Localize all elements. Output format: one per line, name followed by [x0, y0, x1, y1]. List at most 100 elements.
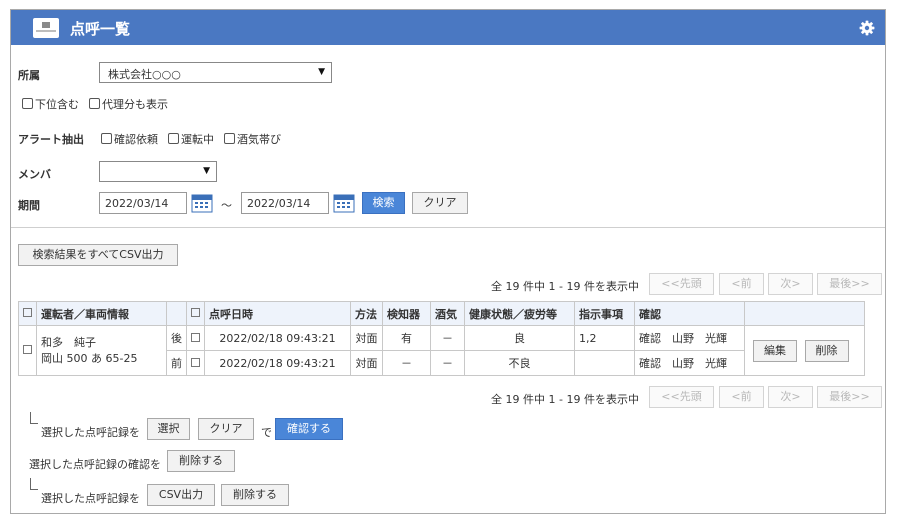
- timing-cell: 後: [166, 325, 187, 351]
- table-row: 和多 純子 岡山 500 あ 65-25 後 2022/02/18 09:43:…: [18, 325, 865, 376]
- col-alcohol: 酒気: [430, 301, 465, 326]
- detector-cell: 有: [382, 325, 431, 351]
- range-tilde: ～: [221, 199, 232, 212]
- checkbox-icon: [191, 308, 200, 317]
- affiliation-label: 所属: [18, 69, 40, 82]
- divider: [11, 227, 885, 228]
- member-select[interactable]: ▼: [99, 161, 217, 182]
- driver-name: 和多 純子: [41, 335, 96, 349]
- select-button[interactable]: 選択: [147, 418, 190, 440]
- de-label: で: [261, 426, 272, 439]
- record-checkbox[interactable]: [186, 350, 205, 376]
- csv-all-button[interactable]: 検索結果をすべてCSV出力: [18, 244, 178, 266]
- prev-page-button[interactable]: <前: [719, 273, 764, 295]
- alert-driving-label: 運転中: [181, 133, 214, 146]
- calendar-icon[interactable]: [191, 193, 213, 213]
- last-page-button[interactable]: 最後>>: [817, 273, 882, 295]
- include-sub-label: 下位含む: [35, 98, 79, 111]
- table-header: 運転者／車両情報 点呼日時 方法 検知器 酒気 健康状態／疲労等 指示事項 確認: [18, 301, 865, 326]
- checkbox-icon: [101, 133, 112, 144]
- company-logo: [33, 18, 59, 38]
- alert-alcohol-label: 酒気帯び: [237, 133, 281, 146]
- proxy-label: 代理分も表示: [102, 98, 168, 111]
- search-button[interactable]: 検索: [362, 192, 405, 214]
- checkbox-icon: [191, 332, 200, 342]
- clear-button[interactable]: クリア: [412, 192, 468, 214]
- header-bar: 点呼一覧: [11, 10, 885, 45]
- action-line1-label: 選択した点呼記録を: [41, 426, 140, 439]
- alert-driving-checkbox[interactable]: 運転中: [168, 131, 214, 147]
- confirm-button[interactable]: 確認する: [275, 418, 343, 440]
- delete-button[interactable]: 削除: [804, 339, 849, 362]
- next-page-button[interactable]: 次>: [768, 386, 813, 408]
- delete-confirm-button[interactable]: 削除する: [167, 450, 235, 472]
- health-cell: 不良: [464, 350, 575, 376]
- proxy-checkbox[interactable]: 代理分も表示: [89, 96, 168, 112]
- vehicle-number: 岡山 500 あ 65-25: [41, 351, 138, 365]
- col-timing: [166, 301, 187, 326]
- checkbox-icon: [23, 345, 32, 354]
- col-actions: [744, 301, 865, 326]
- gear-icon[interactable]: [859, 20, 875, 36]
- datetime-cell: 2022/02/18 09:43:21: [204, 325, 351, 351]
- date-from-input[interactable]: 2022/03/14: [99, 192, 187, 214]
- action-line2-label: 選択した点呼記録の確認を: [29, 458, 161, 471]
- row-actions: 編集 削除: [744, 325, 865, 376]
- affiliation-select[interactable]: 株式会社○○○ ▼: [99, 62, 332, 83]
- chevron-down-icon: ▼: [318, 67, 325, 77]
- affiliation-value: 株式会社○○○: [108, 68, 181, 81]
- period-label: 期間: [18, 199, 40, 212]
- col-detector: 検知器: [382, 301, 431, 326]
- health-cell: 良: [464, 325, 575, 351]
- alcohol-cell: －: [430, 325, 465, 351]
- action-clear-button[interactable]: クリア: [198, 418, 254, 440]
- date-to-input[interactable]: 2022/03/14: [241, 192, 329, 214]
- checkbox-icon: [23, 308, 32, 317]
- instructions-cell: [574, 350, 635, 376]
- col-datetime: 点呼日時: [204, 301, 351, 326]
- method-cell: 対面: [350, 325, 383, 351]
- record-checkbox[interactable]: [186, 325, 205, 351]
- include-sub-checkbox[interactable]: 下位含む: [22, 96, 79, 112]
- driver-cell: 和多 純子 岡山 500 あ 65-25: [36, 325, 167, 376]
- col-health: 健康状態／疲労等: [464, 301, 575, 326]
- main-panel: 点呼一覧 所属 株式会社○○○ ▼ 下位含む 代理分も表示 アラート抽出 確認依…: [10, 9, 886, 514]
- col-driver: 運転者／車両情報: [36, 301, 167, 326]
- paging-summary: 全 19 件中 1 - 19 件を表示中: [491, 280, 639, 293]
- checkbox-icon: [89, 98, 100, 109]
- edit-button[interactable]: 編集: [753, 339, 797, 362]
- alert-alcohol-checkbox[interactable]: 酒気帯び: [224, 131, 281, 147]
- alcohol-cell: －: [430, 350, 465, 376]
- confirm-cell: 確認 山野 光輝: [634, 350, 745, 376]
- checkbox-icon: [224, 133, 235, 144]
- calendar-icon[interactable]: [333, 193, 355, 213]
- next-page-button[interactable]: 次>: [768, 273, 813, 295]
- page-title: 点呼一覧: [70, 20, 131, 38]
- roll-call-table: 運転者／車両情報 点呼日時 方法 検知器 酒気 健康状態／疲労等 指示事項 確認…: [18, 301, 865, 376]
- first-page-button[interactable]: <<先頭: [649, 273, 714, 295]
- instructions-cell: 1,2: [574, 325, 635, 351]
- first-page-button[interactable]: <<先頭: [649, 386, 714, 408]
- csv-export-button[interactable]: CSV出力: [147, 484, 215, 506]
- col-instructions: 指示事項: [574, 301, 635, 326]
- alert-confirm-checkbox[interactable]: 確認依頼: [101, 131, 158, 147]
- action-line3-label: 選択した点呼記録を: [41, 492, 140, 505]
- chevron-down-icon: ▼: [203, 166, 210, 176]
- delete-records-button[interactable]: 削除する: [221, 484, 289, 506]
- tree-connector-icon: [30, 478, 38, 490]
- select-all-checkbox[interactable]: [18, 301, 37, 326]
- detector-cell: －: [382, 350, 431, 376]
- paging-summary: 全 19 件中 1 - 19 件を表示中: [491, 393, 639, 406]
- prev-page-button[interactable]: <前: [719, 386, 764, 408]
- alert-confirm-label: 確認依頼: [114, 133, 158, 146]
- col-method: 方法: [350, 301, 383, 326]
- checkbox-icon: [168, 133, 179, 144]
- timing-cell: 前: [166, 350, 187, 376]
- confirm-cell: 確認 山野 光輝: [634, 325, 745, 351]
- checkbox-icon: [22, 98, 33, 109]
- col-confirm: 確認: [634, 301, 745, 326]
- tree-connector-icon: [30, 412, 38, 424]
- col-check2: [186, 301, 205, 326]
- last-page-button[interactable]: 最後>>: [817, 386, 882, 408]
- row-checkbox[interactable]: [18, 325, 37, 376]
